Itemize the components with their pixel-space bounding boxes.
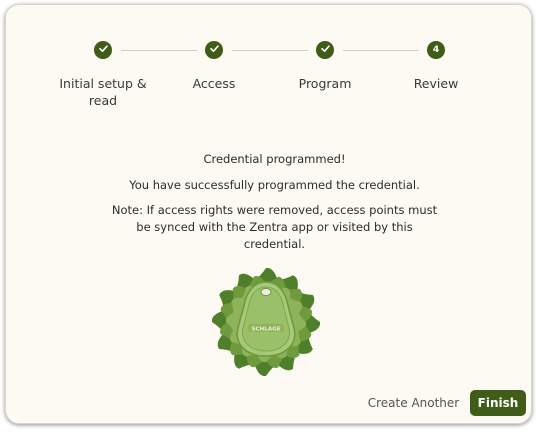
check-icon <box>209 43 220 57</box>
step-2-complete-indicator <box>205 41 223 59</box>
step-4-current-indicator: 4 <box>427 41 445 59</box>
finish-button[interactable]: Finish <box>470 390 526 416</box>
step-4-label: Review <box>413 76 459 91</box>
step-2-label: Access <box>192 76 236 91</box>
step-1-label: Initial setup & read <box>59 76 147 108</box>
credential-programmed-dialog: Initial setup & read Access Program 4 Re… <box>5 4 532 424</box>
step-3-complete-indicator <box>316 41 334 59</box>
check-icon <box>320 43 331 57</box>
step-connector <box>232 50 308 51</box>
create-another-button[interactable]: Create Another <box>361 392 466 414</box>
fob-brand-text: SCHLAGE <box>251 327 280 333</box>
step-3-label: Program <box>298 76 352 91</box>
credential-fob-illustration: SCHLAGE <box>211 267 321 377</box>
step-connector <box>343 50 419 51</box>
progress-stepper: Initial setup & read Access Program 4 Re… <box>6 5 531 125</box>
check-icon <box>98 43 109 57</box>
step-1-complete-indicator <box>94 41 112 59</box>
success-title: Credential programmed! <box>203 152 346 166</box>
step-connector <box>121 50 197 51</box>
success-subtitle: You have successfully programmed the cre… <box>129 178 420 192</box>
sync-note: Note: If access rights were removed, acc… <box>111 203 438 251</box>
